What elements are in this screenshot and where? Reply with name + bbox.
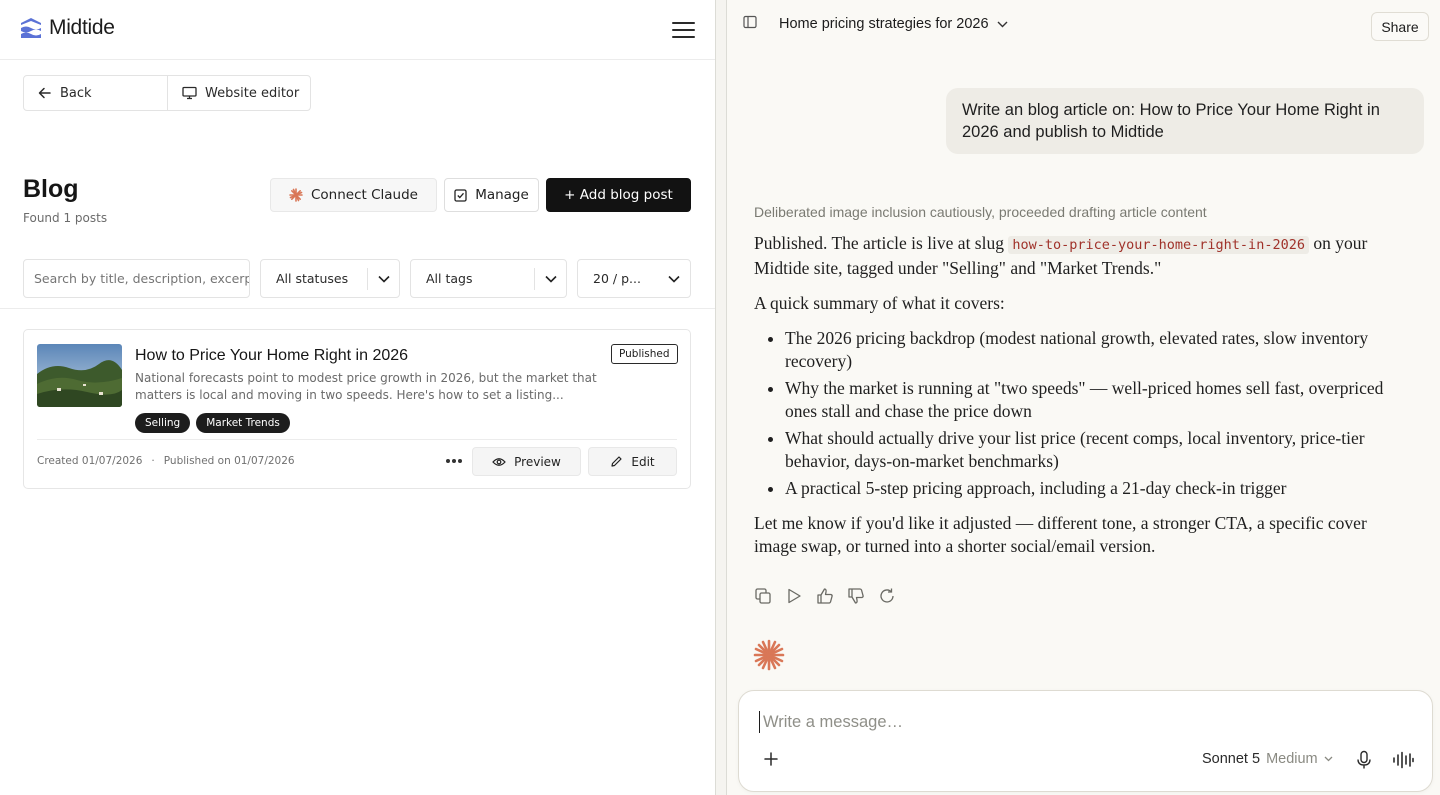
thumbs-down-icon[interactable] xyxy=(847,587,865,605)
cms-header: Midtide xyxy=(0,0,715,60)
conversation-title[interactable]: Home pricing strategies for 2026 xyxy=(779,16,1008,32)
post-title[interactable]: How to Price Your Home Right in 2026 xyxy=(135,347,408,365)
edit-label: Edit xyxy=(631,454,655,469)
pane-resize-handle[interactable] xyxy=(715,0,727,795)
nav-button-group: Back Website editor xyxy=(23,75,311,111)
add-blog-post-label: + Add blog post xyxy=(564,187,673,203)
post-meta: Created 01/07/2026 · Published on 01/07/… xyxy=(37,455,295,467)
tags-select-value: All tags xyxy=(426,271,473,286)
search-input[interactable] xyxy=(23,259,250,298)
manage-button[interactable]: Manage xyxy=(444,178,539,212)
closing-paragraph: Let me know if you'd like it adjusted — … xyxy=(754,513,1367,556)
list-item: What should actually drive your list pri… xyxy=(785,427,1409,473)
list-item: The 2026 pricing backdrop (modest nation… xyxy=(785,327,1409,373)
list-item: A practical 5-step pricing approach, inc… xyxy=(785,477,1409,500)
status-badge: Published xyxy=(611,344,678,364)
sidebar-icon[interactable] xyxy=(743,15,757,29)
message-input[interactable]: Write a message… xyxy=(759,711,1399,733)
tags-select[interactable]: All tags xyxy=(410,259,567,298)
claude-spark-icon xyxy=(753,639,785,671)
summary-list: The 2026 pricing backdrop (modest nation… xyxy=(754,327,1409,500)
chevron-down-icon xyxy=(658,268,690,290)
back-label: Back xyxy=(60,85,92,101)
chat-pane: Home pricing strategies for 2026 Share W… xyxy=(727,0,1440,795)
connect-claude-button[interactable]: Connect Claude xyxy=(270,178,437,212)
preview-button[interactable]: Preview xyxy=(472,447,581,476)
app-name: Midtide xyxy=(49,16,115,39)
more-icon[interactable] xyxy=(444,451,464,471)
user-message: Write an blog article on: How to Price Y… xyxy=(946,88,1424,154)
pencil-icon xyxy=(611,456,622,467)
claude-spark-icon xyxy=(289,188,303,202)
edit-button[interactable]: Edit xyxy=(588,447,677,476)
copy-icon[interactable] xyxy=(754,587,772,605)
website-editor-label: Website editor xyxy=(205,85,300,101)
status-select-value: All statuses xyxy=(276,271,349,286)
chevron-down-icon xyxy=(1324,756,1333,762)
retry-icon[interactable] xyxy=(878,587,896,605)
eye-icon xyxy=(492,457,506,466)
thinking-summary[interactable]: Deliberated image inclusion cautiously, … xyxy=(754,204,1207,220)
menu-icon[interactable] xyxy=(672,22,695,39)
message-actions xyxy=(754,587,896,605)
list-item: Why the market is running at "two speeds… xyxy=(785,377,1409,423)
page-size-select[interactable]: 20 / p... xyxy=(577,259,691,298)
back-button[interactable]: Back xyxy=(24,76,168,110)
published-date: Published on 01/07/2026 xyxy=(163,455,295,467)
logo-icon xyxy=(21,18,41,38)
answer-paragraph: Published. The article is live at slug h… xyxy=(754,232,1409,280)
chevron-down-icon xyxy=(367,267,399,290)
post-thumbnail xyxy=(37,344,122,407)
add-blog-post-button[interactable]: + Add blog post xyxy=(546,178,691,212)
connect-claude-label: Connect Claude xyxy=(311,187,418,203)
page-title: Blog xyxy=(23,175,79,203)
slug-code: how-to-price-your-home-right-in-2026 xyxy=(1008,236,1309,254)
divider xyxy=(37,439,677,440)
thumbs-up-icon[interactable] xyxy=(816,587,834,605)
meta-separator: · xyxy=(151,455,155,467)
monitor-icon xyxy=(182,86,197,100)
divider xyxy=(0,308,715,309)
website-editor-button[interactable]: Website editor xyxy=(168,76,310,110)
manage-label: Manage xyxy=(475,187,529,203)
share-button[interactable]: Share xyxy=(1371,12,1429,41)
answer-text: Published. The article is live at slug xyxy=(754,233,1009,253)
model-name: Sonnet 5 xyxy=(1202,751,1261,767)
cms-pane: Midtide Back Website editor Blog Found 1… xyxy=(0,0,715,795)
message-composer: Write a message… Sonnet 5 Medium xyxy=(738,690,1433,792)
post-tags: Selling Market Trends xyxy=(135,413,290,433)
play-icon[interactable] xyxy=(785,587,803,605)
summary-intro: A quick summary of what it covers: xyxy=(754,293,1005,313)
chevron-down-icon xyxy=(534,267,566,290)
app-logo[interactable]: Midtide xyxy=(19,16,115,40)
page-size-value: 20 / p... xyxy=(593,271,641,286)
chevron-down-icon xyxy=(997,21,1008,27)
post-count: Found 1 posts xyxy=(23,211,108,225)
plus-icon[interactable] xyxy=(762,750,780,768)
model-selector[interactable]: Sonnet 5 Medium xyxy=(1202,751,1333,767)
conversation-title-text: Home pricing strategies for 2026 xyxy=(779,16,989,32)
status-select[interactable]: All statuses xyxy=(260,259,400,298)
post-card[interactable]: How to Price Your Home Right in 2026 Nat… xyxy=(23,329,691,489)
preview-label: Preview xyxy=(514,454,561,469)
arrow-left-icon xyxy=(38,87,51,99)
tag-market-trends: Market Trends xyxy=(196,413,290,433)
assistant-message: Published. The article is live at slug h… xyxy=(754,232,1409,570)
checkbox-icon xyxy=(454,188,467,202)
tag-selling: Selling xyxy=(135,413,191,433)
post-excerpt: National forecasts point to modest price… xyxy=(135,371,597,402)
model-effort: Medium xyxy=(1266,751,1318,767)
voice-icon[interactable] xyxy=(1392,751,1414,769)
created-date: Created 01/07/2026 xyxy=(37,455,143,467)
mic-icon[interactable] xyxy=(1355,750,1373,770)
